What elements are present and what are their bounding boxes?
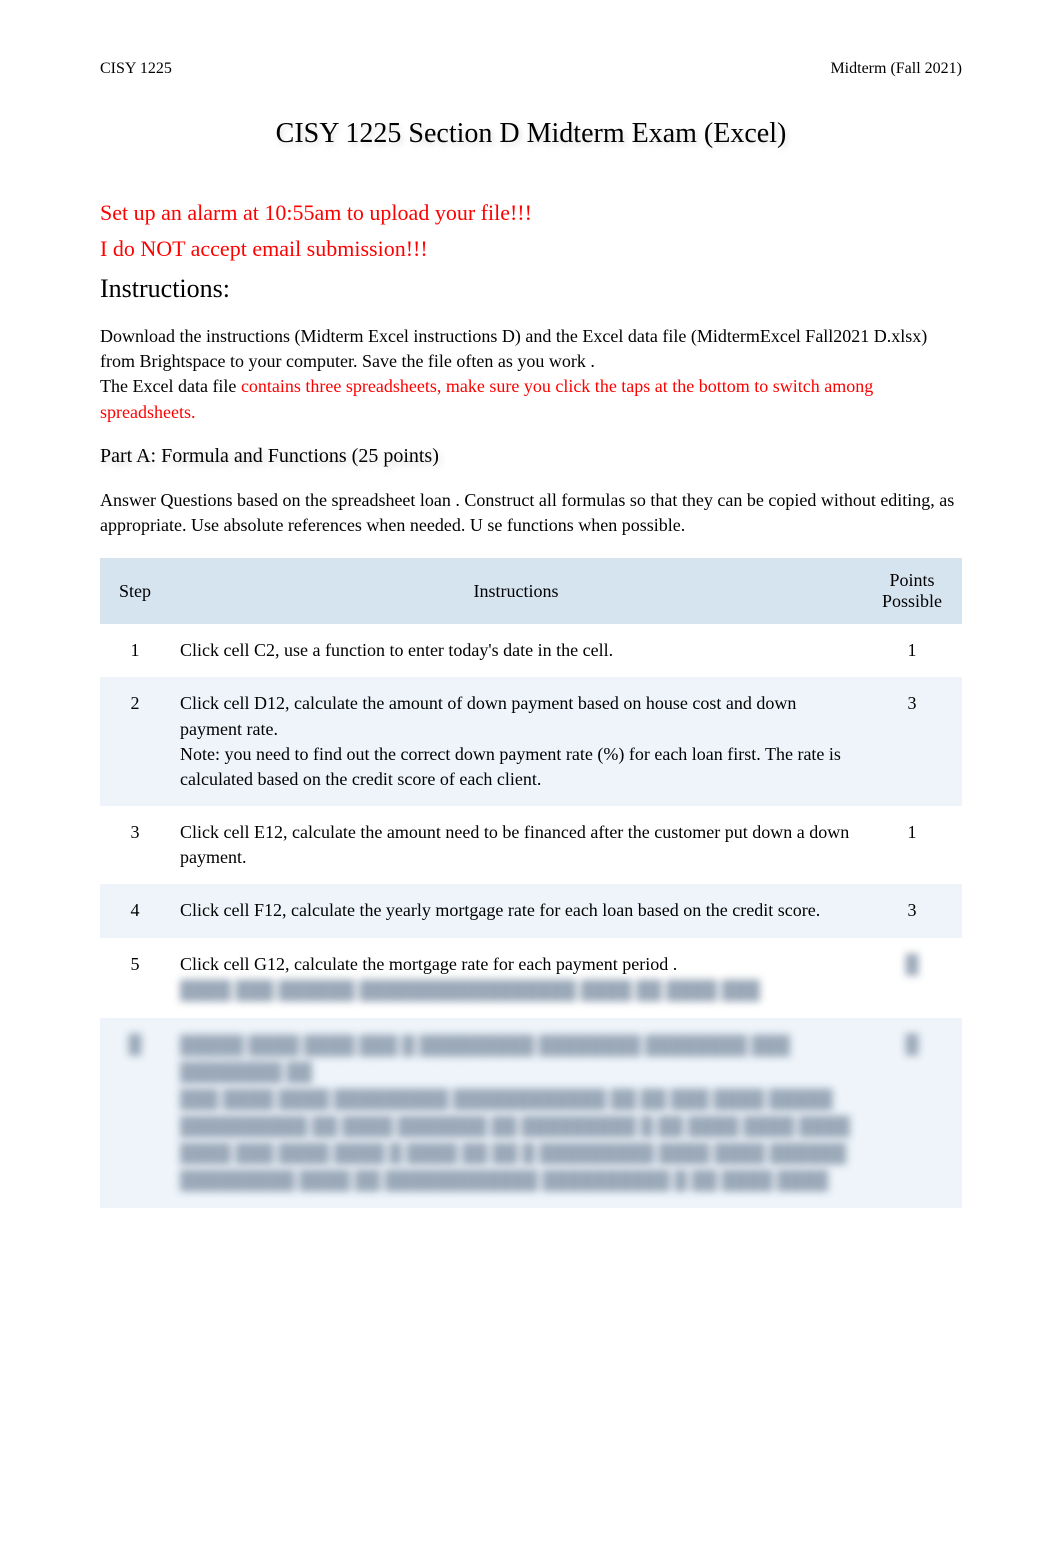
step-points: 3 — [862, 677, 962, 806]
intro-paragraph-1: Download the instructions (Midterm Excel… — [100, 324, 962, 425]
part-a-title: Part A: Formula and Functions (25 points… — [100, 445, 962, 468]
step-instruction: Click cell F12, calculate the yearly mor… — [170, 884, 862, 937]
intro-text-1b: Save the file often as you work . — [362, 351, 595, 371]
table-row-blurred: █ █████ ████ ████ ███ █ █████████ ██████… — [100, 1018, 962, 1208]
main-title: CISY 1225 Section D Midterm Exam (Excel) — [100, 118, 962, 150]
answer-instructions: Answer Questions based on the spreadshee… — [100, 488, 962, 538]
table-row: 3 Click cell E12, calculate the amount n… — [100, 806, 962, 884]
step-number: 4 — [100, 884, 170, 937]
header-points: Points Possible — [862, 558, 962, 624]
warning-alarm: Set up an alarm at 10:55am to upload you… — [100, 200, 962, 226]
step-points: 1 — [862, 806, 962, 884]
header-instructions: Instructions — [170, 558, 862, 624]
instructions-heading: Instructions: — [100, 274, 962, 304]
table-header-row: Step Instructions Points Possible — [100, 558, 962, 624]
step-instruction: Click cell D12, calculate the amount of … — [170, 677, 862, 806]
step-points-blurred: █ — [862, 938, 962, 1018]
step-number: 1 — [100, 624, 170, 677]
blurred-text: ████ ███ ██████ █████████████████ ████ █… — [180, 980, 760, 1000]
step-number: 2 — [100, 677, 170, 806]
step-points: 3 — [862, 884, 962, 937]
instructions-table: Step Instructions Points Possible 1 Clic… — [100, 558, 962, 1208]
header-left: CISY 1225 — [100, 60, 172, 78]
step-number: 3 — [100, 806, 170, 884]
table-row: 5 Click cell G12, calculate the mortgage… — [100, 938, 962, 1018]
step-points: 1 — [862, 624, 962, 677]
table-row: 1 Click cell C2, use a function to enter… — [100, 624, 962, 677]
step-instruction-blurred: █████ ████ ████ ███ █ █████████ ████████… — [170, 1018, 862, 1208]
visible-instruction-text: Click cell G12, calculate the mortgage r… — [180, 954, 677, 974]
step-number-blurred: █ — [100, 1018, 170, 1208]
table-row: 4 Click cell F12, calculate the yearly m… — [100, 884, 962, 937]
table-row: 2 Click cell D12, calculate the amount o… — [100, 677, 962, 806]
step-instruction: Click cell G12, calculate the mortgage r… — [170, 938, 862, 1018]
intro-text-2a: The Excel data file — [100, 376, 241, 396]
warning-email: I do NOT accept email submission!!! — [100, 236, 962, 262]
header-right: Midterm (Fall 2021) — [830, 60, 962, 78]
step-instruction: Click cell E12, calculate the amount nee… — [170, 806, 862, 884]
step-number: 5 — [100, 938, 170, 1018]
header-step: Step — [100, 558, 170, 624]
page-header: CISY 1225 Midterm (Fall 2021) — [100, 60, 962, 78]
step-instruction: Click cell C2, use a function to enter t… — [170, 624, 862, 677]
step-points-blurred: █ — [862, 1018, 962, 1208]
